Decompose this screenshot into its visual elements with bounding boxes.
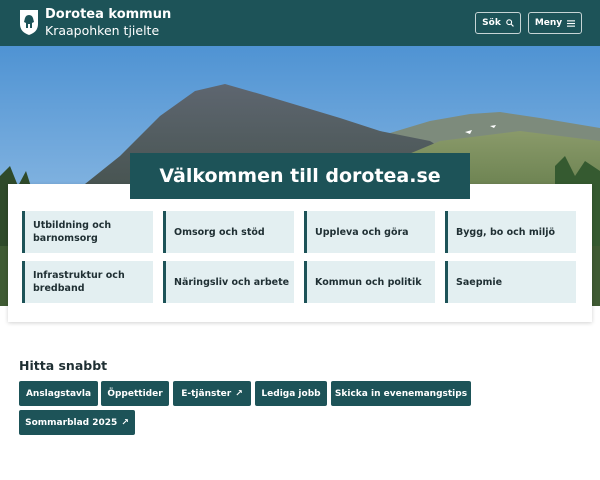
quick-link-lediga-jobb[interactable]: Lediga jobb <box>255 381 327 406</box>
menu-button[interactable]: Meny <box>528 12 582 34</box>
quick-link-oppettider[interactable]: Öppettider <box>101 381 169 406</box>
quick-link-label: Öppettider <box>107 388 163 399</box>
category-panel: Utbildning och barnomsorg Omsorg och stö… <box>8 184 592 322</box>
search-icon <box>506 19 514 27</box>
category-kommun[interactable]: Kommun och politik <box>304 261 435 303</box>
external-link-icon: ↗ <box>121 417 129 428</box>
hamburger-icon <box>567 19 576 27</box>
quick-link-label: Lediga jobb <box>261 388 321 399</box>
quick-link-evenemangstips[interactable]: Skicka in evenemangstips <box>331 381 471 406</box>
menu-button-label: Meny <box>534 18 563 28</box>
brand-subtitle[interactable]: Kraapohken tjielte <box>45 23 159 38</box>
dorotea-coat-of-arms-icon[interactable] <box>19 9 39 36</box>
quick-link-label: Skicka in evenemangstips <box>334 388 468 399</box>
quick-link-label: E-tjänster <box>181 388 232 399</box>
category-naringsliv[interactable]: Näringsliv och arbete <box>163 261 294 303</box>
search-button-label: Sök <box>482 18 501 28</box>
external-link-icon: ↗ <box>235 388 243 399</box>
category-uppleva[interactable]: Uppleva och göra <box>304 211 435 253</box>
brand-name[interactable]: Dorotea kommun <box>45 7 171 23</box>
category-infrastruktur[interactable]: Infrastruktur och bredband <box>22 261 153 303</box>
quick-link-sommarblad[interactable]: Sommarblad 2025 ↗ <box>19 410 135 435</box>
content-image <box>19 475 581 480</box>
search-button[interactable]: Sök <box>475 12 521 34</box>
quick-link-label: Anslagstavla <box>25 388 92 399</box>
site-header: Dorotea kommun Kraapohken tjielte Sök Me… <box>0 0 600 46</box>
quick-link-e-tjanster[interactable]: E-tjänster ↗ <box>173 381 251 406</box>
category-omsorg[interactable]: Omsorg och stöd <box>163 211 294 253</box>
quick-link-label: Sommarblad 2025 <box>25 417 118 428</box>
category-saepmie[interactable]: Saepmie <box>445 261 576 303</box>
quick-links-title: Hitta snabbt <box>19 358 108 373</box>
category-bygg[interactable]: Bygg, bo och miljö <box>445 211 576 253</box>
quick-link-anslagstavla[interactable]: Anslagstavla <box>19 381 98 406</box>
welcome-banner: Välkommen till dorotea.se <box>130 153 470 199</box>
category-utbildning[interactable]: Utbildning och barnomsorg <box>22 211 153 253</box>
